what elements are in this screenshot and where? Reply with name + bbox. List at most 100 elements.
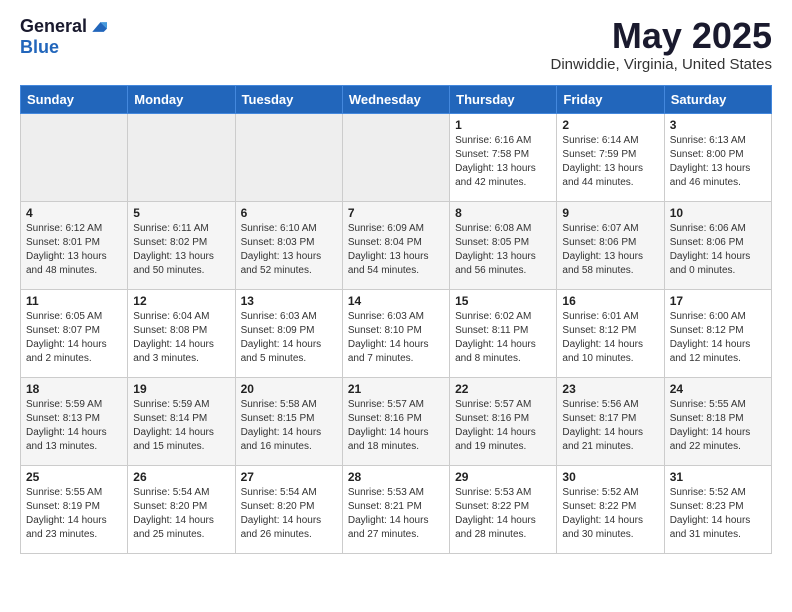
cell-sun-info: Sunrise: 5:57 AM Sunset: 8:16 PM Dayligh… xyxy=(455,398,551,454)
cell-date-number: 30 xyxy=(562,470,658,484)
calendar-cell: 29Sunrise: 5:53 AM Sunset: 8:22 PM Dayli… xyxy=(450,465,557,553)
cell-date-number: 29 xyxy=(455,470,551,484)
cell-sun-info: Sunrise: 5:55 AM Sunset: 8:18 PM Dayligh… xyxy=(670,398,766,454)
calendar-cell: 17 Sunrise: 6:00 AM Sunset: 8:12 PM Dayli… xyxy=(664,289,771,377)
cell-sun-info: Sunrise: 6:07 AM Sunset: 8:06 PM Dayligh… xyxy=(562,222,658,278)
cell-sun-info: Sunrise: 6:02 AM Sunset: 8:11 PM Dayligh… xyxy=(455,310,551,366)
header: General Blue May 2025 Dinwiddie, Virgini… xyxy=(20,16,772,73)
cell-date-number: 19 xyxy=(133,382,229,396)
cell-sun-info: Sunrise: 6:14 AM Sunset: 7:59 PM Dayligh… xyxy=(562,134,658,190)
calendar-cell: 16Sunrise: 6:01 AM Sunset: 8:12 PM Dayli… xyxy=(557,289,664,377)
calendar-cell: 2Sunrise: 6:14 AM Sunset: 7:59 PM Daylig… xyxy=(557,113,664,201)
calendar-cell: 6 Sunrise: 6:10 AM Sunset: 8:03 PM Daylig… xyxy=(235,201,342,289)
location-title: Dinwiddie, Virginia, United States xyxy=(550,56,772,73)
calendar-cell xyxy=(21,113,128,201)
cell-date-number: 20 xyxy=(241,382,337,396)
cell-date-number: 14 xyxy=(348,294,444,308)
cell-sun-info: Sunrise: 6:08 AM Sunset: 8:05 PM Dayligh… xyxy=(455,222,551,278)
cell-date-number: 6 xyxy=(241,206,337,220)
calendar-cell: 24 Sunrise: 5:55 AM Sunset: 8:18 PM Dayli… xyxy=(664,377,771,465)
cell-date-number: 8 xyxy=(455,206,551,220)
logo-icon xyxy=(89,20,107,34)
cell-sun-info: Sunrise: 6:03 AM Sunset: 8:10 PM Dayligh… xyxy=(348,310,444,366)
calendar-cell: 11Sunrise: 6:05 AM Sunset: 8:07 PM Dayli… xyxy=(21,289,128,377)
calendar-cell: 3Sunrise: 6:13 AM Sunset: 8:00 PM Daylig… xyxy=(664,113,771,201)
cell-sun-info: Sunrise: 5:54 AM Sunset: 8:20 PM Dayligh… xyxy=(241,486,337,542)
calendar-week-1: 1 Sunrise: 6:16 AM Sunset: 7:58 PM Daylig… xyxy=(21,113,772,201)
calendar-cell: 1 Sunrise: 6:16 AM Sunset: 7:58 PM Daylig… xyxy=(450,113,557,201)
calendar-cell xyxy=(235,113,342,201)
cell-sun-info: Sunrise: 6:03 AM Sunset: 8:09 PM Dayligh… xyxy=(241,310,337,366)
cell-date-number: 18 xyxy=(26,382,122,396)
cell-date-number: 28 xyxy=(348,470,444,484)
cell-date-number: 17 xyxy=(670,294,766,308)
month-title: May 2025 xyxy=(550,16,772,56)
cell-sun-info: Sunrise: 6:01 AM Sunset: 8:12 PM Dayligh… xyxy=(562,310,658,366)
cell-sun-info: Sunrise: 5:57 AM Sunset: 8:16 PM Dayligh… xyxy=(348,398,444,454)
calendar-cell: 31 Sunrise: 5:52 AM Sunset: 8:23 PM Dayli… xyxy=(664,465,771,553)
calendar-cell: 21 Sunrise: 5:57 AM Sunset: 8:16 PM Dayli… xyxy=(342,377,449,465)
calendar-cell: 22Sunrise: 5:57 AM Sunset: 8:16 PM Dayli… xyxy=(450,377,557,465)
cell-date-number: 1 xyxy=(455,118,551,132)
day-header-saturday: Saturday xyxy=(664,85,771,113)
cell-sun-info: Sunrise: 6:05 AM Sunset: 8:07 PM Dayligh… xyxy=(26,310,122,366)
cell-sun-info: Sunrise: 6:00 AM Sunset: 8:12 PM Dayligh… xyxy=(670,310,766,366)
cell-date-number: 5 xyxy=(133,206,229,220)
cell-sun-info: Sunrise: 5:52 AM Sunset: 8:23 PM Dayligh… xyxy=(670,486,766,542)
calendar-cell: 10 Sunrise: 6:06 AM Sunset: 8:06 PM Dayli… xyxy=(664,201,771,289)
cell-date-number: 21 xyxy=(348,382,444,396)
day-header-thursday: Thursday xyxy=(450,85,557,113)
calendar-cell: 12 Sunrise: 6:04 AM Sunset: 8:08 PM Dayli… xyxy=(128,289,235,377)
cell-date-number: 31 xyxy=(670,470,766,484)
cell-date-number: 3 xyxy=(670,118,766,132)
calendar-cell: 8 Sunrise: 6:08 AM Sunset: 8:05 PM Daylig… xyxy=(450,201,557,289)
cell-date-number: 26 xyxy=(133,470,229,484)
calendar-cell: 18Sunrise: 5:59 AM Sunset: 8:13 PM Dayli… xyxy=(21,377,128,465)
calendar-cell: 28Sunrise: 5:53 AM Sunset: 8:21 PM Dayli… xyxy=(342,465,449,553)
calendar-cell: 26 Sunrise: 5:54 AM Sunset: 8:20 PM Dayli… xyxy=(128,465,235,553)
cell-sun-info: Sunrise: 6:09 AM Sunset: 8:04 PM Dayligh… xyxy=(348,222,444,278)
cell-sun-info: Sunrise: 6:16 AM Sunset: 7:58 PM Dayligh… xyxy=(455,134,551,190)
calendar-cell: 5 Sunrise: 6:11 AM Sunset: 8:02 PM Daylig… xyxy=(128,201,235,289)
calendar-week-4: 18Sunrise: 5:59 AM Sunset: 8:13 PM Dayli… xyxy=(21,377,772,465)
calendar-cell: 25Sunrise: 5:55 AM Sunset: 8:19 PM Dayli… xyxy=(21,465,128,553)
calendar-cell xyxy=(128,113,235,201)
cell-sun-info: Sunrise: 5:55 AM Sunset: 8:19 PM Dayligh… xyxy=(26,486,122,542)
calendar-week-3: 11Sunrise: 6:05 AM Sunset: 8:07 PM Dayli… xyxy=(21,289,772,377)
day-header-sunday: Sunday xyxy=(21,85,128,113)
cell-sun-info: Sunrise: 6:06 AM Sunset: 8:06 PM Dayligh… xyxy=(670,222,766,278)
calendar-cell: 20 Sunrise: 5:58 AM Sunset: 8:15 PM Dayli… xyxy=(235,377,342,465)
cell-sun-info: Sunrise: 6:04 AM Sunset: 8:08 PM Dayligh… xyxy=(133,310,229,366)
cell-date-number: 7 xyxy=(348,206,444,220)
cell-sun-info: Sunrise: 5:59 AM Sunset: 8:14 PM Dayligh… xyxy=(133,398,229,454)
title-area: May 2025 Dinwiddie, Virginia, United Sta… xyxy=(550,16,772,73)
logo-general: General xyxy=(20,16,87,37)
calendar-cell xyxy=(342,113,449,201)
cell-date-number: 12 xyxy=(133,294,229,308)
cell-date-number: 10 xyxy=(670,206,766,220)
calendar-cell: 15Sunrise: 6:02 AM Sunset: 8:11 PM Dayli… xyxy=(450,289,557,377)
calendar-cell: 14 Sunrise: 6:03 AM Sunset: 8:10 PM Dayli… xyxy=(342,289,449,377)
calendar-week-5: 25Sunrise: 5:55 AM Sunset: 8:19 PM Dayli… xyxy=(21,465,772,553)
calendar-cell: 7 Sunrise: 6:09 AM Sunset: 8:04 PM Daylig… xyxy=(342,201,449,289)
calendar-cell: 27 Sunrise: 5:54 AM Sunset: 8:20 PM Dayli… xyxy=(235,465,342,553)
cell-date-number: 24 xyxy=(670,382,766,396)
cell-date-number: 4 xyxy=(26,206,122,220)
calendar-cell: 4 Sunrise: 6:12 AM Sunset: 8:01 PM Daylig… xyxy=(21,201,128,289)
cell-sun-info: Sunrise: 6:12 AM Sunset: 8:01 PM Dayligh… xyxy=(26,222,122,278)
day-header-wednesday: Wednesday xyxy=(342,85,449,113)
cell-sun-info: Sunrise: 5:54 AM Sunset: 8:20 PM Dayligh… xyxy=(133,486,229,542)
cell-sun-info: Sunrise: 5:58 AM Sunset: 8:15 PM Dayligh… xyxy=(241,398,337,454)
calendar-cell: 23 Sunrise: 5:56 AM Sunset: 8:17 PM Dayli… xyxy=(557,377,664,465)
cell-date-number: 27 xyxy=(241,470,337,484)
cell-sun-info: Sunrise: 6:10 AM Sunset: 8:03 PM Dayligh… xyxy=(241,222,337,278)
calendar-header-row: SundayMondayTuesdayWednesdayThursdayFrid… xyxy=(21,85,772,113)
cell-date-number: 23 xyxy=(562,382,658,396)
calendar-table: SundayMondayTuesdayWednesdayThursdayFrid… xyxy=(20,85,772,554)
calendar-cell: 30Sunrise: 5:52 AM Sunset: 8:22 PM Dayli… xyxy=(557,465,664,553)
cell-sun-info: Sunrise: 6:11 AM Sunset: 8:02 PM Dayligh… xyxy=(133,222,229,278)
day-header-monday: Monday xyxy=(128,85,235,113)
cell-sun-info: Sunrise: 5:56 AM Sunset: 8:17 PM Dayligh… xyxy=(562,398,658,454)
cell-date-number: 9 xyxy=(562,206,658,220)
calendar-cell: 13Sunrise: 6:03 AM Sunset: 8:09 PM Dayli… xyxy=(235,289,342,377)
